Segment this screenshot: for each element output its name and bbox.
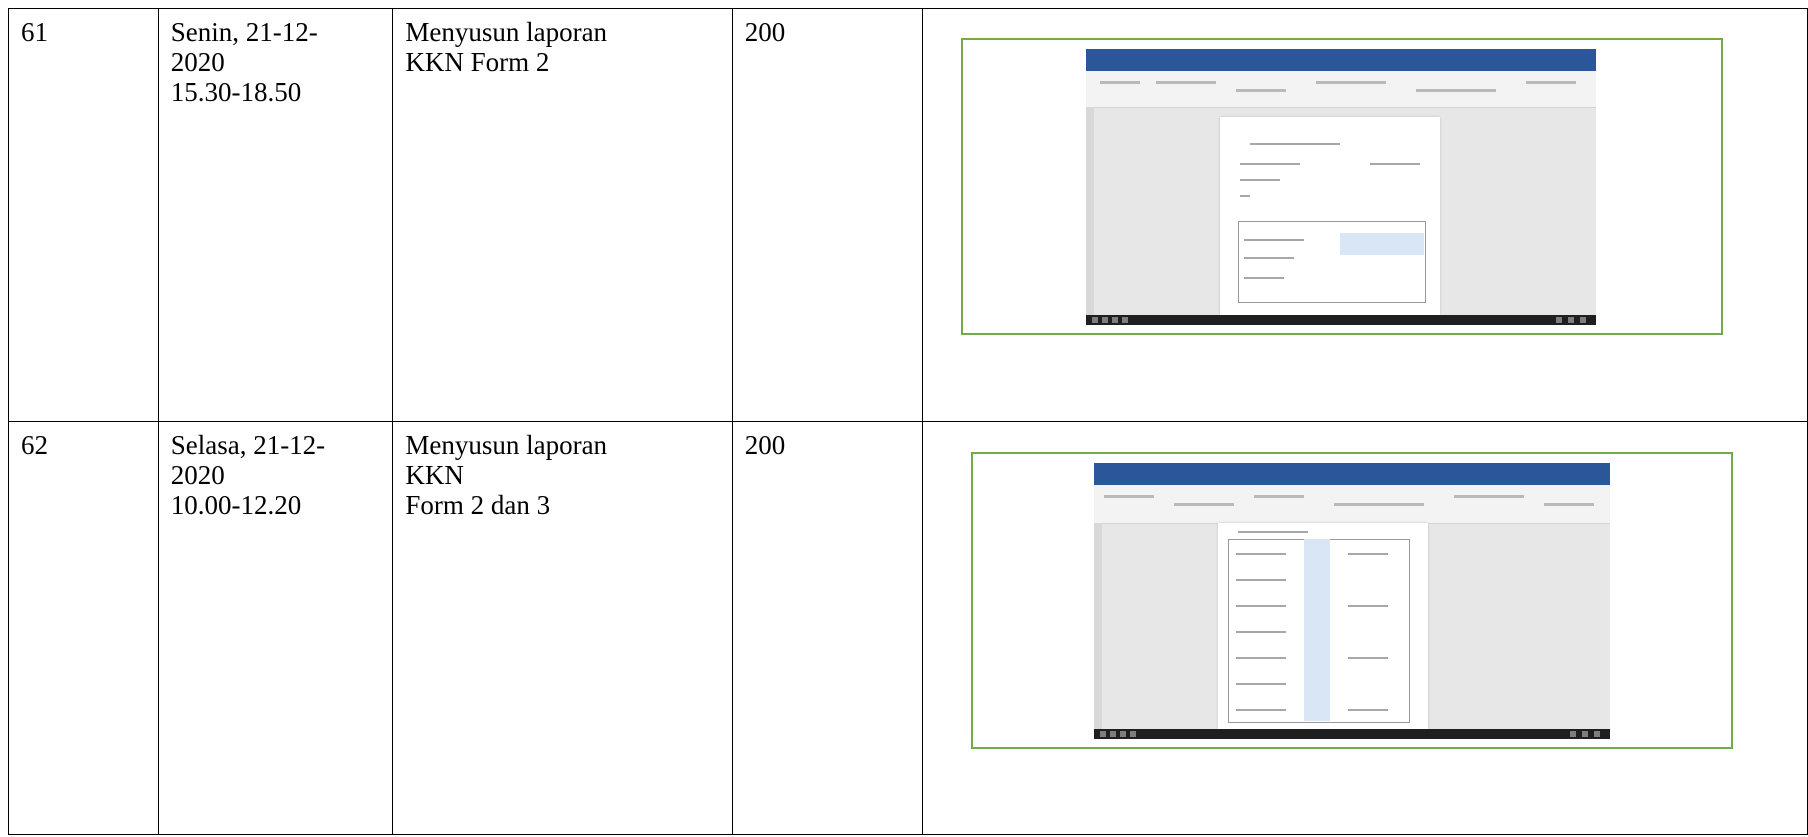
duration-minutes: 200 — [744, 17, 786, 47]
documentation-cell — [922, 8, 1808, 422]
document-editor-screenshot — [1094, 463, 1611, 739]
row-number-cell: 61 — [8, 8, 159, 422]
taskbar — [1086, 315, 1597, 325]
date-cell: Selasa, 21-12- 2020 10.00-12.20 — [157, 421, 394, 835]
date-cell: Senin, 21-12- 2020 15.30-18.50 — [157, 8, 394, 422]
row-number-cell: 62 — [8, 421, 159, 835]
document-editor-screenshot — [1086, 49, 1597, 325]
table-row: 61 Senin, 21-12- 2020 15.30-18.50 Menyus… — [8, 8, 1808, 422]
row-number: 62 — [21, 430, 48, 460]
ribbon-toolbar — [1094, 485, 1611, 524]
activity-log-table: 61 Senin, 21-12- 2020 15.30-18.50 Menyus… — [8, 8, 1808, 835]
date-time: Selasa, 21-12- 2020 10.00-12.20 — [170, 430, 326, 520]
documentation-frame — [961, 38, 1724, 335]
date-time: Senin, 21-12- 2020 15.30-18.50 — [170, 17, 318, 107]
activity-cell: Menyusun laporan KKN Form 2 dan 3 — [392, 421, 733, 835]
taskbar — [1094, 729, 1611, 739]
duration-cell: 200 — [731, 421, 924, 835]
documentation-frame — [971, 452, 1734, 749]
activity-description: Menyusun laporan KKN Form 2 dan 3 — [405, 430, 608, 520]
activity-cell: Menyusun laporan KKN Form 2 — [392, 8, 733, 422]
duration-minutes: 200 — [744, 430, 786, 460]
documentation-cell — [922, 421, 1808, 835]
activity-description: Menyusun laporan KKN Form 2 — [405, 17, 608, 77]
duration-cell: 200 — [731, 8, 924, 422]
document-page — [1218, 523, 1429, 729]
table-row: 62 Selasa, 21-12- 2020 10.00-12.20 Menyu… — [8, 421, 1808, 835]
window-titlebar — [1086, 49, 1597, 71]
ribbon-toolbar — [1086, 71, 1597, 108]
document-page — [1220, 117, 1441, 315]
row-number: 61 — [21, 17, 48, 47]
window-titlebar — [1094, 463, 1611, 485]
